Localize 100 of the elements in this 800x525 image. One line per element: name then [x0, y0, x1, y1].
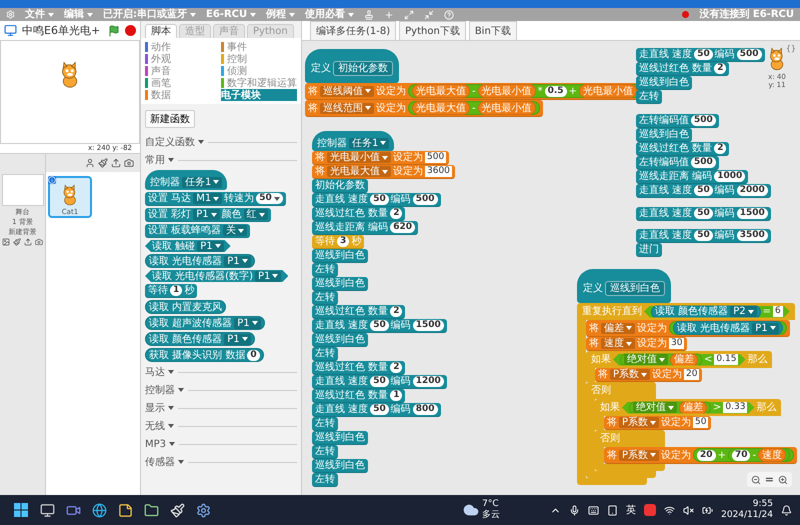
- category-label: 数字和逻辑运算: [227, 78, 297, 88]
- block-label: 将: [607, 417, 617, 428]
- block-label: 设定为: [376, 102, 406, 114]
- category-label: 画笔: [151, 78, 171, 88]
- block-label: 走直线 速度: [315, 404, 368, 415]
- block-label: 将: [589, 322, 599, 334]
- block-label: 转速为: [224, 193, 254, 204]
- block-label: 那么: [756, 402, 776, 413]
- block-label: 编码: [714, 49, 735, 60]
- block-label: 左转: [315, 474, 335, 485]
- block-label: 设定为: [637, 322, 667, 334]
- project-title: 中鸣E6单光电+: [22, 23, 102, 38]
- corner-mark: {}: [786, 44, 796, 53]
- block-label: 巡线过红色 数量: [315, 390, 388, 401]
- category-label: 侦测: [227, 66, 247, 76]
- block-label: 光电最大值: [416, 86, 466, 96]
- block-label: 否则: [600, 433, 620, 444]
- block-label: 巡线走距离 编码: [639, 171, 712, 182]
- block-label: 编码: [390, 320, 411, 331]
- block-label: 左转编码值: [639, 157, 689, 168]
- clock-date: 2024/11/24: [721, 510, 773, 521]
- block-label: 等待: [148, 285, 168, 296]
- block-label: 将: [315, 152, 325, 163]
- weather-condition: 多云: [482, 510, 500, 521]
- clock-time: 9:55: [752, 499, 773, 510]
- block-label: 设定为: [393, 152, 423, 163]
- block-label: 左转: [639, 91, 659, 102]
- block-label: +: [568, 86, 577, 96]
- block-label: 偏差: [683, 402, 703, 413]
- block-label: 编码: [714, 185, 735, 196]
- block-label: 设定为: [393, 166, 423, 177]
- block-label: 进门: [639, 244, 659, 255]
- category-label: 数据: [151, 90, 171, 100]
- block-label: 控制器: [317, 138, 347, 148]
- block-label: 读取 颜色传感器: [149, 334, 222, 344]
- category-label: 电子模块: [221, 90, 261, 100]
- block-label: 编码: [390, 376, 411, 387]
- block-label: 秒: [184, 285, 194, 296]
- block-label: 巡线走距离 编码: [315, 222, 388, 233]
- block-label: 如果: [600, 402, 620, 413]
- block-label: +: [718, 450, 726, 460]
- block-label: 读取 光电传感器: [149, 256, 222, 266]
- block-label: 巡线过红色 数量: [639, 143, 712, 154]
- block-label: 将: [308, 86, 318, 96]
- block-label: 走直线 速度: [315, 376, 368, 387]
- block-label: 编码: [390, 194, 411, 205]
- block-label: 左转: [315, 446, 335, 457]
- block-label: 设置 板载蜂鸣器: [148, 225, 222, 236]
- block-label: 设定为: [661, 450, 692, 460]
- block-label: 控制器: [150, 176, 180, 188]
- block-label: 巡线到白色: [315, 432, 365, 443]
- block-label: 等待: [315, 236, 335, 247]
- block-label: 左转: [315, 292, 335, 303]
- block-label: 否则: [591, 385, 611, 396]
- category-label: 控制: [227, 54, 247, 64]
- block-label: 编码: [714, 230, 735, 241]
- block-label: =: [762, 306, 771, 317]
- block-label: 走直线 速度: [315, 194, 368, 205]
- block-label: 将: [589, 338, 599, 349]
- block-label: 那么: [747, 354, 768, 365]
- block-label: 将: [607, 450, 617, 460]
- block-label: 巡线到白色: [315, 250, 365, 261]
- block-label: 走直线 速度: [639, 208, 692, 219]
- block-label: -: [472, 86, 476, 96]
- block-label: 巡线过红色 数量: [639, 63, 712, 74]
- block-label: 重复执行直到: [582, 306, 642, 317]
- block-label: 速度: [762, 450, 782, 460]
- connection-status: 没有连接到 E6-RCU: [699, 9, 794, 20]
- block-label: 定义: [311, 62, 331, 74]
- block-label: 走直线 速度: [315, 320, 368, 331]
- block-label: 设定为: [376, 86, 406, 96]
- temperature: 7°C: [482, 499, 499, 510]
- category-label: 动作: [151, 42, 171, 52]
- block-label: 将: [315, 166, 325, 177]
- block-label: 光电最大值: [416, 102, 466, 114]
- block-label: 光电最小值: [482, 86, 532, 96]
- block-label: -: [472, 102, 476, 114]
- block-label: 巡线到白色: [315, 460, 365, 471]
- block-label: >: [713, 402, 722, 413]
- block-label: 偏差: [674, 354, 694, 365]
- block-label: 走直线 速度: [639, 185, 692, 196]
- block-label: 颜色: [222, 209, 242, 220]
- block-label: 秒: [351, 236, 362, 247]
- block-label: 巡线过红色 数量: [315, 306, 388, 317]
- block-label: 将: [308, 102, 318, 114]
- block-label: 设置 马达: [148, 193, 192, 204]
- block-label: 左转: [315, 348, 335, 359]
- block-label: 编码: [390, 404, 411, 415]
- category-label: 事件: [227, 42, 247, 52]
- block-label: 读取 光电传感器: [677, 322, 750, 334]
- block-label: 读取 触碰: [152, 240, 196, 252]
- block-label: 获取 摄像头识别 数据: [149, 350, 246, 360]
- block-label: 左转编码值: [639, 115, 689, 126]
- block-label: 巡线到白色: [639, 77, 689, 88]
- procedure-name: 巡线到白色: [605, 280, 665, 296]
- block-label: 巡线到白色: [639, 129, 689, 140]
- block-label: 走直线 速度: [639, 49, 692, 60]
- block-label: 初始化参数: [315, 180, 365, 191]
- block-label: 巡线到白色: [315, 278, 365, 289]
- block-label: 左转: [315, 264, 335, 275]
